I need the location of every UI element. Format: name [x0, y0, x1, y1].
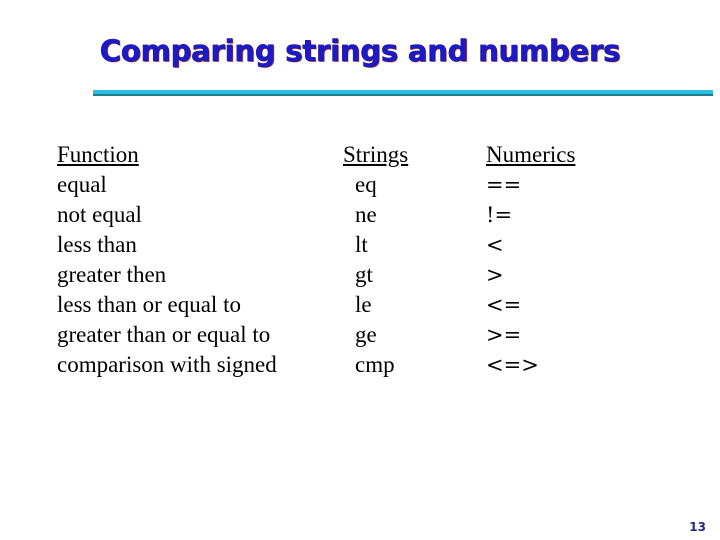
table-row: less than or equal to	[57, 292, 241, 317]
table-row: not equal	[57, 202, 142, 227]
table-row: eq	[355, 172, 377, 197]
column-function: Function equal not equal less than great…	[57, 140, 347, 380]
table-row: !=	[486, 203, 513, 227]
table-row: le	[355, 292, 372, 317]
table-row: >	[486, 263, 504, 287]
slide-canvas: Comparing strings and numbers Function e…	[0, 0, 720, 540]
table-row: less than	[57, 232, 137, 257]
column-strings: Strings eq ne lt gt le ge cmp	[343, 140, 473, 380]
column-numerics: Numerics == != < > <= >= <=>	[486, 140, 686, 380]
table-row: cmp	[355, 352, 395, 377]
column-header-function: Function	[57, 142, 139, 167]
table-row: <=>	[486, 353, 539, 377]
table-row: greater than or equal to	[57, 322, 271, 347]
table-row: ==	[486, 173, 522, 197]
column-header-numerics: Numerics	[486, 142, 576, 167]
column-header-strings: Strings	[343, 142, 409, 167]
comparison-table: Function equal not equal less than great…	[0, 140, 720, 390]
table-row: comparison with signed	[57, 352, 277, 377]
table-row: equal	[57, 172, 107, 197]
table-row: gt	[355, 262, 373, 287]
table-row: ge	[355, 322, 377, 347]
title-block: Comparing strings and numbers	[0, 33, 720, 69]
table-row: ne	[355, 202, 377, 227]
divider-shadow	[93, 94, 713, 96]
table-row: <=	[486, 293, 522, 317]
table-row: >=	[486, 323, 522, 347]
table-row: lt	[355, 232, 368, 257]
table-row: greater then	[57, 262, 167, 287]
title-divider	[93, 90, 713, 97]
table-row: <	[486, 233, 504, 257]
page-title: Comparing strings and numbers	[99, 34, 621, 69]
page-number: 13	[689, 520, 706, 534]
